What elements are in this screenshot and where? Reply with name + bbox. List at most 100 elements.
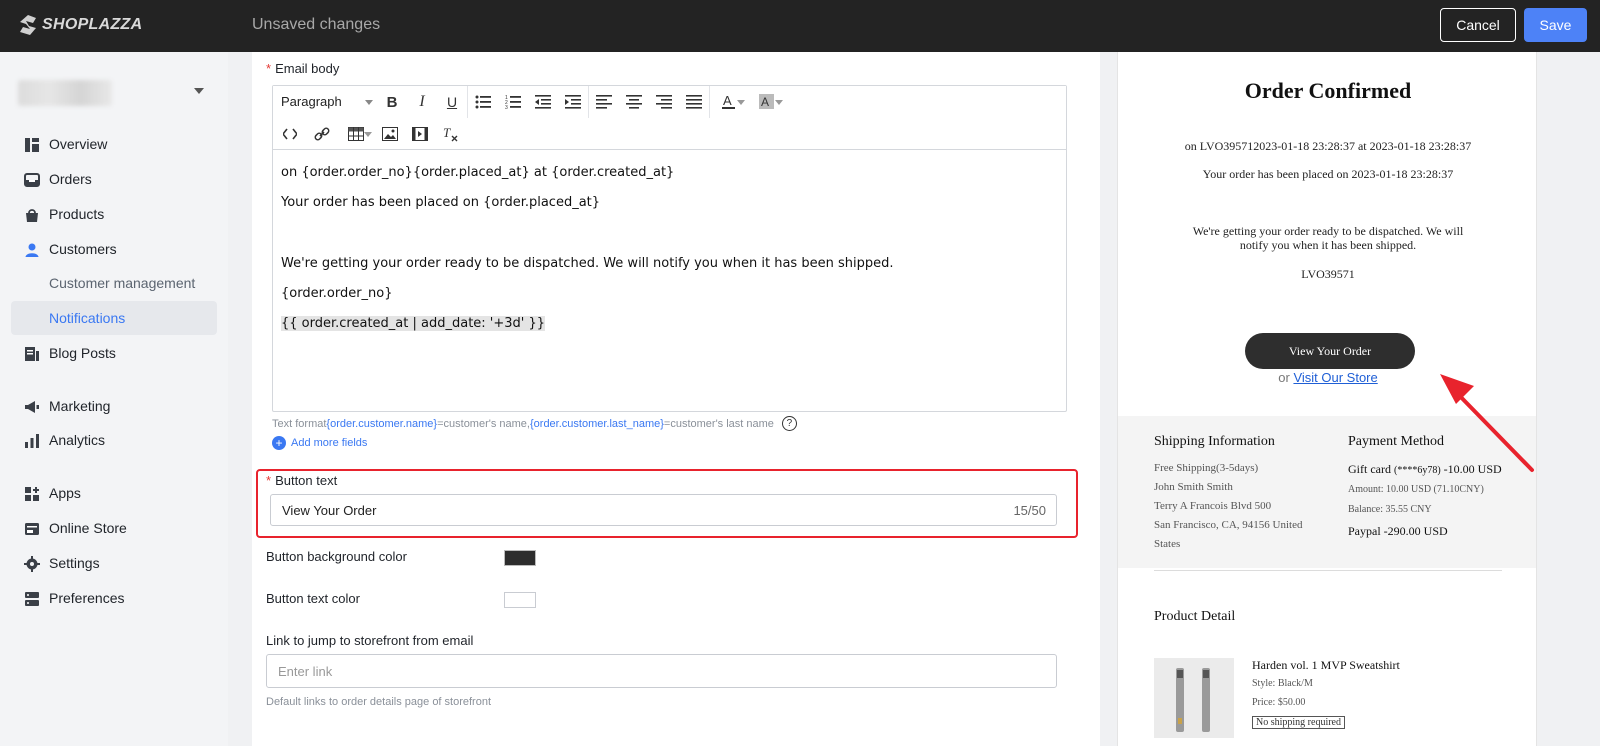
sidebar-item-label: Settings (49, 555, 100, 571)
product-name: Harden vol. 1 MVP Sweatshirt (1252, 658, 1400, 672)
gift-card-amount: Amount: 10.00 USD (71.10CNY) (1348, 484, 1484, 495)
table-icon[interactable] (337, 118, 375, 150)
video-icon[interactable] (405, 118, 435, 150)
editor-content[interactable]: on {order.order_no}{order.placed_at} at … (273, 150, 1066, 411)
preview-divider (1154, 570, 1502, 571)
outdent-icon[interactable] (528, 86, 558, 118)
font-color-icon[interactable]: A (710, 86, 748, 118)
sidebar-item-label: Customer management (49, 275, 196, 291)
shoplazza-logo[interactable]: SHOPLAZZA (18, 14, 142, 36)
character-count: 15/50 (1013, 503, 1046, 518)
cancel-button[interactable]: Cancel (1440, 8, 1516, 42)
shipping-line: States (1154, 538, 1181, 550)
shipping-line: San Francisco, CA, 94156 United (1154, 519, 1303, 531)
svg-text:3: 3 (505, 105, 508, 109)
sidebar-item-notifications[interactable]: Notifications (11, 301, 217, 335)
sidebar: Overview Orders Products Customers Custo… (0, 52, 228, 746)
email-preview: Order Confirmed on LVO395712023-01-18 23… (1117, 52, 1537, 746)
preview-view-order-button[interactable]: View Your Order (1245, 333, 1415, 369)
visit-store-link[interactable]: Visit Our Store (1293, 370, 1377, 385)
align-center-icon[interactable] (619, 86, 649, 118)
sidebar-item-orders[interactable]: Orders (11, 162, 217, 196)
sidebar-item-label: Orders (49, 171, 92, 187)
clear-format-icon[interactable]: T (435, 118, 465, 150)
button-bg-color-swatch[interactable] (504, 550, 536, 566)
background-color-icon[interactable]: A (748, 86, 786, 118)
editor-toolbar: Paragraph B I U 123 A A T (273, 86, 1066, 150)
shoplazza-logo-icon (18, 14, 38, 36)
sidebar-item-label: Products (49, 206, 105, 222)
shipping-line: John Smith Smith (1154, 481, 1233, 493)
link-icon[interactable] (307, 118, 337, 150)
shipping-line: Free Shipping(3-5days) (1154, 462, 1259, 474)
align-right-icon[interactable] (649, 86, 679, 118)
button-text-label: * Button text (266, 473, 338, 488)
plus-circle-icon: + (272, 436, 286, 450)
italic-icon[interactable]: I (407, 86, 437, 118)
store-name-blurred (18, 80, 112, 106)
sidebar-item-label: Online Store (49, 520, 127, 536)
button-bg-color-label: Button background color (266, 549, 407, 564)
sidebar-item-label: Analytics (49, 432, 106, 448)
products-icon (24, 207, 40, 223)
online-store-icon (24, 521, 40, 537)
sidebar-item-analytics[interactable]: Analytics (11, 423, 217, 457)
storefront-link-label: Link to jump to storefront from email (266, 633, 474, 648)
bullet-list-icon[interactable] (468, 86, 498, 118)
text-format-hint: Text format {order.customer.name} =custome… (272, 416, 797, 431)
notification-form: * Email body Paragraph B I U 123 A A T o… (252, 52, 1100, 746)
store-selector[interactable] (18, 76, 208, 110)
preview-info-section: Shipping Information Free Shipping(3-5da… (1118, 416, 1536, 568)
add-more-fields-link[interactable]: + Add more fields (272, 436, 367, 450)
preferences-icon (24, 591, 40, 607)
body-line-2: Your order has been placed on {order.pla… (281, 195, 601, 210)
code-icon[interactable] (273, 118, 307, 150)
no-shipping-tag: No shipping required (1252, 716, 1345, 729)
marketing-icon (24, 399, 40, 415)
sidebar-item-customer-management[interactable]: Customer management (11, 266, 217, 300)
sidebar-item-blog-posts[interactable]: Blog Posts (11, 336, 217, 370)
orders-icon (24, 172, 40, 188)
underline-icon[interactable]: U (437, 86, 467, 118)
product-price: Price: $50.00 (1252, 697, 1306, 708)
sidebar-item-marketing[interactable]: Marketing (11, 389, 217, 423)
gift-card-balance: Balance: 35.55 CNY (1348, 504, 1432, 515)
sidebar-item-settings[interactable]: Settings (11, 546, 217, 580)
button-text-color-label: Button text color (266, 591, 360, 606)
paragraph-format-dropdown[interactable]: Paragraph (273, 86, 377, 118)
save-button[interactable]: Save (1524, 8, 1587, 42)
shipping-line: Terry A Francois Blvd 500 (1154, 500, 1272, 512)
sidebar-item-apps[interactable]: Apps (11, 476, 217, 510)
align-left-icon[interactable] (589, 86, 619, 118)
product-detail-heading: Product Detail (1154, 609, 1236, 624)
image-icon[interactable] (375, 118, 405, 150)
preview-visit-store: or Visit Our Store (1278, 370, 1378, 385)
sidebar-item-products[interactable]: Products (11, 197, 217, 231)
preview-line-3b: notify you when it has been shipped. (1239, 238, 1417, 252)
svg-text:A: A (761, 95, 769, 109)
storefront-link-input[interactable]: Enter link (266, 654, 1057, 688)
align-justify-icon[interactable] (679, 86, 709, 118)
sidebar-item-overview[interactable]: Overview (11, 127, 217, 161)
sidebar-item-label: Overview (49, 136, 108, 152)
sidebar-item-online-store[interactable]: Online Store (11, 511, 217, 545)
sidebar-item-customers[interactable]: Customers (11, 232, 217, 266)
paypal-line: Paypal -290.00 USD (1348, 524, 1448, 538)
preview-order-no: LVO39571 (1301, 267, 1355, 281)
svg-text:A: A (723, 94, 732, 108)
button-text-color-swatch[interactable] (504, 592, 536, 608)
rich-text-editor: Paragraph B I U 123 A A T on {order.orde… (272, 85, 1067, 412)
sidebar-item-preferences[interactable]: Preferences (11, 581, 217, 615)
apps-icon (24, 486, 40, 502)
numbered-list-icon[interactable]: 123 (498, 86, 528, 118)
help-icon[interactable]: ? (781, 416, 797, 431)
button-text-input[interactable]: View Your Order 15/50 (270, 494, 1057, 526)
bold-icon[interactable]: B (377, 86, 407, 118)
sidebar-item-label: Customers (49, 241, 117, 257)
product-thumbnail (1154, 658, 1234, 738)
gift-card-line: Gift card (****6y78) -10.00 USD (1348, 462, 1502, 476)
indent-icon[interactable] (558, 86, 588, 118)
preview-line-1: on LVO395712023-01-18 23:28:37 at 2023-0… (1184, 139, 1472, 153)
payment-heading: Payment Method (1348, 434, 1445, 449)
sidebar-item-label: Marketing (49, 398, 111, 414)
